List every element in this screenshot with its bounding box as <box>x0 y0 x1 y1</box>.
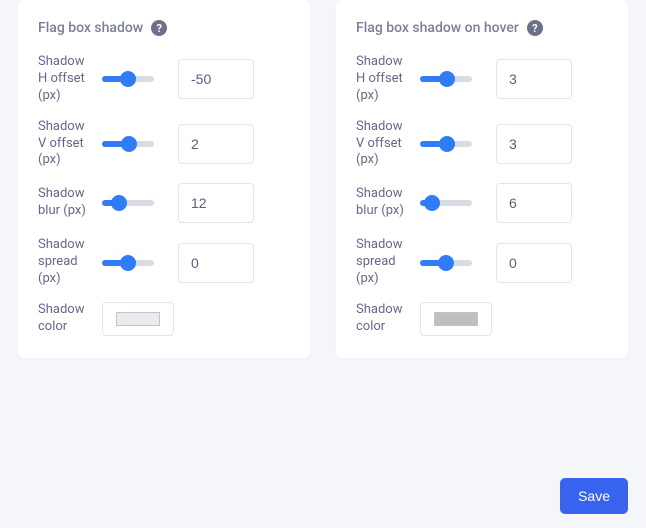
field-shadow-blur: Shadow blur (px) <box>356 183 608 223</box>
shadow-spread-input[interactable] <box>178 243 254 283</box>
shadow-spread-input[interactable] <box>496 243 572 283</box>
field-label: Shadow spread (px) <box>356 237 406 288</box>
shadow-v-slider[interactable] <box>420 141 472 147</box>
shadow-blur-input[interactable] <box>496 183 572 223</box>
help-icon[interactable]: ? <box>151 20 167 36</box>
field-shadow-spread: Shadow spread (px) <box>38 237 290 288</box>
shadow-v-input[interactable] <box>178 124 254 164</box>
shadow-h-slider[interactable] <box>420 76 472 82</box>
field-label: Shadow spread (px) <box>38 237 88 288</box>
shadow-spread-slider[interactable] <box>420 260 472 266</box>
shadow-v-input[interactable] <box>496 124 572 164</box>
field-label: Shadow V offset (px) <box>356 119 406 170</box>
field-shadow-color: Shadow color <box>356 302 608 336</box>
shadow-blur-slider[interactable] <box>420 200 472 206</box>
panel-title: Flag box shadow on hover <box>356 20 519 36</box>
field-label: Shadow color <box>356 302 406 336</box>
shadow-spread-slider[interactable] <box>102 260 154 266</box>
field-shadow-v: Shadow V offset (px) <box>356 119 608 170</box>
field-shadow-spread: Shadow spread (px) <box>356 237 608 288</box>
panel-flag-shadow: Flag box shadow ? Shadow H offset (px) S… <box>18 0 310 358</box>
shadow-h-slider[interactable] <box>102 76 154 82</box>
save-button[interactable]: Save <box>560 478 628 514</box>
color-swatch <box>116 312 160 326</box>
field-label: Shadow H offset (px) <box>38 54 88 105</box>
field-shadow-h: Shadow H offset (px) <box>38 54 290 105</box>
field-shadow-v: Shadow V offset (px) <box>38 119 290 170</box>
color-swatch <box>434 312 478 326</box>
shadow-v-slider[interactable] <box>102 141 154 147</box>
shadow-blur-input[interactable] <box>178 183 254 223</box>
field-label: Shadow blur (px) <box>38 186 88 220</box>
field-label: Shadow V offset (px) <box>38 119 88 170</box>
help-icon[interactable]: ? <box>527 20 543 36</box>
panel-flag-shadow-hover: Flag box shadow on hover ? Shadow H offs… <box>336 0 628 358</box>
panel-title: Flag box shadow <box>38 20 143 36</box>
field-shadow-blur: Shadow blur (px) <box>38 183 290 223</box>
shadow-blur-slider[interactable] <box>102 200 154 206</box>
field-label: Shadow H offset (px) <box>356 54 406 105</box>
shadow-h-input[interactable] <box>178 59 254 99</box>
shadow-color-picker[interactable] <box>420 302 492 336</box>
field-label: Shadow color <box>38 302 88 336</box>
shadow-color-picker[interactable] <box>102 302 174 336</box>
shadow-h-input[interactable] <box>496 59 572 99</box>
field-shadow-color: Shadow color <box>38 302 290 336</box>
field-shadow-h: Shadow H offset (px) <box>356 54 608 105</box>
field-label: Shadow blur (px) <box>356 186 406 220</box>
